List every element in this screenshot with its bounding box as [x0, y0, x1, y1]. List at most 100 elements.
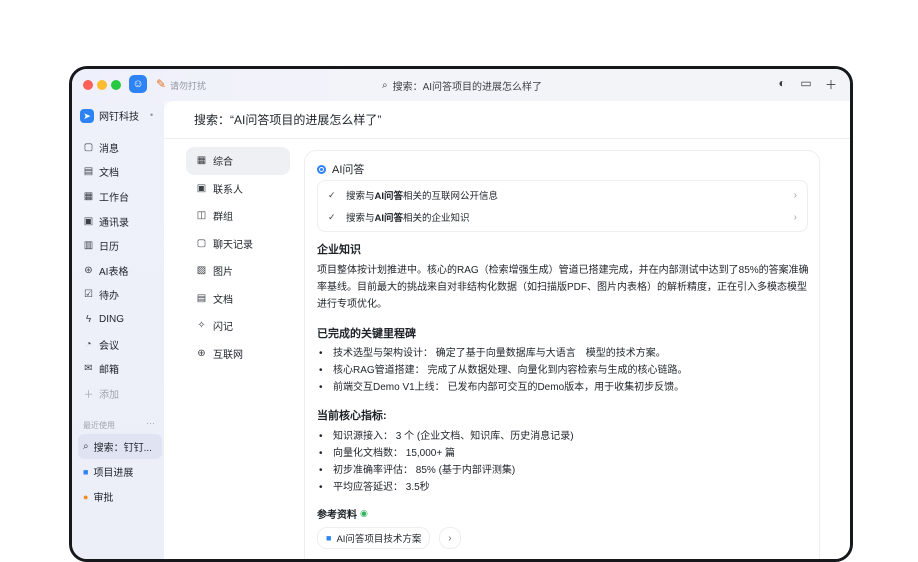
check-icon: ✓: [328, 189, 336, 200]
search-filters: ▦ 综合 ▣ 联系人 ◫ 群组 ▢ 聊天记录 ▨ 图片 ▤ 文档 ✧ 闪记 ⊕ 互联网: [186, 147, 290, 367]
verified-icon: ◉: [360, 507, 368, 518]
chevron-right-icon: ›: [793, 189, 797, 201]
org-name: 网钉科技: [99, 112, 139, 123]
sidebar-item-label: DING: [99, 313, 124, 325]
grid-icon: ▦: [196, 155, 207, 167]
filter-label: 综合: [213, 157, 233, 169]
doc-blue-icon: ■: [326, 532, 332, 543]
search-icon: ⌕: [83, 441, 89, 452]
filter-docs[interactable]: ▤ 文档: [186, 285, 290, 313]
filter-chat-records[interactable]: ▢ 聊天记录: [186, 230, 290, 258]
filter-all[interactable]: ▦ 综合: [186, 147, 290, 175]
sidebar: ➤ 网钉科技 • ▢ 消息 ▤ 文档 ▦ 工作台 ▣ 通讯录 ▥ 日历 ⊛ AI表格 ☑ 待办…: [72, 101, 164, 559]
sidebar-item-todo[interactable]: ☑ 待办: [78, 283, 158, 308]
filter-internet[interactable]: ⊕ 互联网: [186, 340, 290, 368]
plus-icon[interactable]: ＋: [823, 76, 839, 93]
metrics-list: • 知识源接入： 3 个 (企业文档、知识库、历史消息记录) • 向量化文档数： 1…: [317, 429, 809, 496]
recent-title: 最近使用: [83, 421, 115, 430]
references-header: 参考资料 ◉: [317, 506, 809, 521]
recent-item-search[interactable]: ⌕ 搜索：钉钉...: [78, 434, 162, 459]
header-divider: [164, 138, 850, 139]
ai-search-steps: ✓ 搜索与 AI问答 相关的互联网公开信息 › ✓ 搜索与 AI问答 相关的企业知识 ›: [317, 180, 808, 232]
list-item-text: 技术选型与架构设计： 确定了基于向量数据库与大语言 模型的技术方案。: [333, 348, 666, 359]
filter-label: 文档: [213, 294, 233, 306]
sidebar-item-label: 消息: [99, 143, 119, 155]
sidebar-item-label: 通讯录: [99, 217, 129, 229]
sidebar-item-calendar[interactable]: ▥ 日历: [78, 233, 158, 258]
sidebar-item-mail[interactable]: ✉ 邮箱: [78, 356, 158, 381]
org-logo-icon: ➤: [80, 108, 94, 123]
sidebar-add-button[interactable]: ＋ 添加: [78, 381, 158, 406]
sidebar-item-docs[interactable]: ▤ 文档: [78, 160, 158, 185]
filter-label: 联系人: [213, 184, 243, 196]
calendar-icon: ▥: [83, 240, 94, 252]
recent-item-label: 项目进展: [93, 468, 134, 479]
check-icon: ✓: [328, 211, 336, 222]
ai-answer-header: AI问答: [317, 161, 364, 177]
maximize-window-button[interactable]: [111, 80, 121, 90]
filter-label: 互联网: [213, 349, 243, 361]
recent-more-icon[interactable]: ···: [146, 418, 155, 428]
global-search-bar[interactable]: ⌕ 搜索：AI问答项目的进展怎么样了: [382, 75, 552, 95]
do-not-disturb-icon[interactable]: ✎: [156, 77, 166, 91]
sidebar-item-ai-table[interactable]: ⊛ AI表格: [78, 258, 158, 283]
sidebar-item-label: 待办: [99, 291, 119, 303]
filter-contacts[interactable]: ▣ 联系人: [186, 175, 290, 203]
filter-label: 群组: [213, 212, 233, 224]
sidebar-item-label: AI表格: [99, 266, 129, 278]
meeting-icon: ◔: [85, 338, 92, 350]
step-text-bold: AI问答: [374, 191, 404, 202]
sidebar-item-label: 文档: [99, 168, 119, 180]
sidebar-item-label: 工作台: [99, 192, 129, 204]
filter-images[interactable]: ▨ 图片: [186, 257, 290, 285]
document-icon: ▤: [196, 292, 207, 304]
step-text-bold: AI问答: [374, 213, 404, 224]
sidebar-item-label: 日历: [99, 242, 119, 254]
flash-note-icon: ✧: [197, 320, 206, 332]
ai-table-icon: ⊛: [84, 264, 93, 276]
step-text-post: 相关的互联网公开信息: [403, 191, 499, 202]
user-avatar[interactable]: ☺: [129, 75, 147, 93]
sidebar-item-ding[interactable]: ϟ DING: [78, 307, 158, 332]
chevron-right-icon[interactable]: ›: [438, 527, 461, 550]
org-switcher[interactable]: ➤ 网钉科技: [80, 108, 139, 123]
sidebar-item-meeting[interactable]: ◔ 会议: [78, 332, 158, 357]
recent-item-label: 审批: [93, 493, 114, 504]
history-icon[interactable]: ◐: [774, 76, 790, 90]
chat-record-icon: ▢: [196, 237, 207, 249]
sidebar-item-messages[interactable]: ▢ 消息: [78, 135, 158, 160]
filter-groups[interactable]: ◫ 群组: [186, 202, 290, 230]
section-enterprise-knowledge-text: 项目整体按计划推进中。核心的RAG（检索增强生成）管道已搭建完成，并在内部测试中…: [317, 265, 809, 310]
recent-item-approval[interactable]: ● 审批: [78, 484, 162, 509]
reference-chip-label: AI问答项目技术方案: [336, 533, 422, 545]
minimize-window-button[interactable]: [97, 80, 107, 90]
recent-item-project[interactable]: ■ 项目进展: [78, 459, 162, 484]
group-icon: ◫: [196, 210, 207, 222]
list-item-text: 向量化文档数： 15,000+ 篇: [333, 448, 455, 460]
references-list: ■ AI问答项目技术方案 ›: [317, 526, 809, 550]
sidebar-item-workbench[interactable]: ▦ 工作台: [78, 184, 158, 209]
ai-step-enterprise[interactable]: ✓ 搜索与 AI问答 相关的企业知识 ›: [318, 206, 807, 228]
recent-list: ⌕ 搜索：钉钉... ■ 项目进展 ● 审批: [78, 434, 162, 509]
recent-item-label: 搜索：钉钉...: [93, 443, 152, 454]
screen-icon[interactable]: ▭: [798, 76, 814, 90]
section-milestones-title: 已完成的关键里程碑: [317, 328, 416, 340]
list-item-text: 初步准确率评估： 85% (基于内部评测集): [333, 464, 516, 476]
sidebar-item-contacts[interactable]: ▣ 通讯录: [78, 209, 158, 234]
close-window-button[interactable]: [83, 80, 93, 90]
ai-step-internet[interactable]: ✓ 搜索与 AI问答 相关的互联网公开信息 ›: [318, 184, 807, 206]
list-item: • 核心RAG管道搭建： 完成了从数据处理、向量化到内容检索与生成的核心链路。: [317, 363, 809, 380]
filter-flash-notes[interactable]: ✧ 闪记: [186, 312, 290, 340]
contacts-icon: ▣: [83, 215, 94, 227]
filter-label: 闪记: [213, 322, 233, 334]
step-text-pre: 搜索与: [346, 213, 375, 224]
reference-chip[interactable]: ■ AI问答项目技术方案: [317, 526, 431, 549]
org-dots-icon[interactable]: •: [150, 110, 153, 120]
list-item: • 前端交互Demo V1上线： 已发布内部可交互的Demo版本，用于收集初步反馈…: [317, 380, 809, 397]
ai-logo-icon: [317, 164, 326, 174]
step-text-post: 相关的企业知识: [403, 213, 470, 224]
list-item: • 初步准确率评估： 85% (基于内部评测集): [317, 463, 809, 480]
page-title: 搜索：“AI问答项目的进展怎么样了”: [194, 113, 382, 127]
sidebar-item-label: 邮箱: [99, 365, 119, 377]
do-not-disturb-label[interactable]: 请勿打扰: [170, 79, 206, 92]
